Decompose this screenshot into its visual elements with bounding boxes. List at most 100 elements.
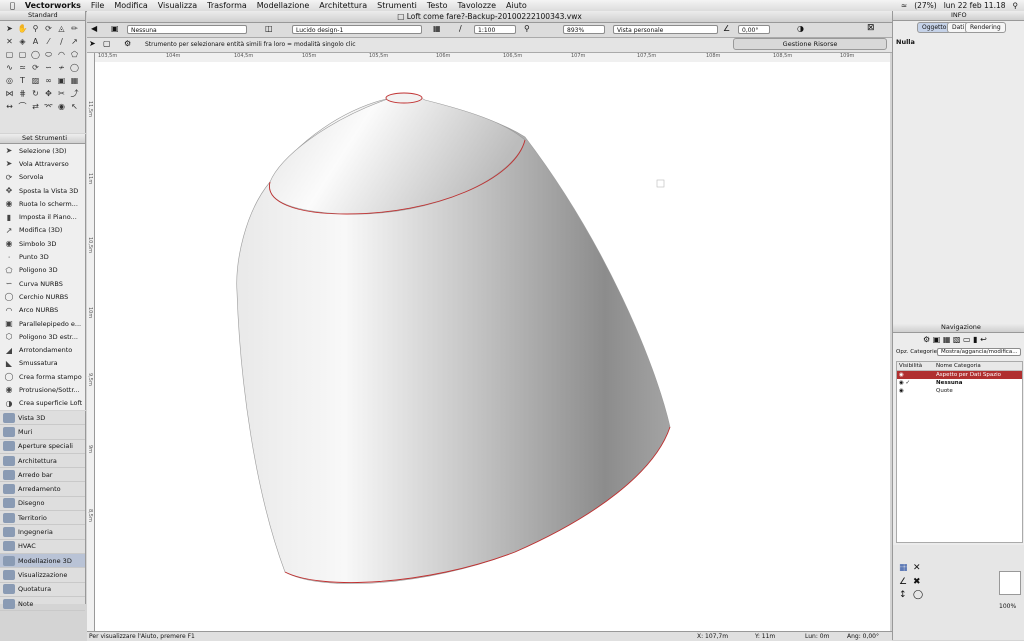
scale-field[interactable]: 1:100: [474, 25, 516, 34]
menu-file[interactable]: File: [91, 0, 104, 11]
tool-sorvola[interactable]: ⟳ Sorvola: [0, 171, 85, 184]
toolset-arredo-bar[interactable]: Arredo bar: [0, 468, 85, 483]
angle-field[interactable]: 0,00°: [738, 25, 770, 34]
toolset-quotatura[interactable]: Quotatura: [0, 583, 85, 597]
cross-tool-icon[interactable]: ✕: [4, 36, 15, 47]
circle-tool-icon[interactable]: ◯: [30, 49, 41, 60]
snap-object-icon[interactable]: ✕: [913, 563, 921, 573]
mirror-tool-icon[interactable]: ⋈: [4, 88, 15, 99]
link-tool-icon[interactable]: ∞: [43, 75, 54, 86]
line-weight-preview[interactable]: [999, 571, 1021, 595]
group-tool-icon[interactable]: ▦: [69, 75, 80, 86]
tool-sposta-vista-3d[interactable]: ✥ Sposta la Vista 3D: [0, 184, 85, 197]
menu-testo[interactable]: Testo: [427, 0, 448, 11]
battery-status[interactable]: (27%): [914, 0, 937, 11]
walkthrough-tool-icon[interactable]: ◬: [56, 23, 67, 34]
rectangle-tool-icon[interactable]: ▢: [4, 49, 15, 60]
snap-distance-icon[interactable]: ↕: [899, 590, 907, 600]
pointer-tool-icon[interactable]: ↖: [69, 101, 80, 112]
zoom-icon[interactable]: ⚲: [524, 24, 530, 33]
clip-tool-icon[interactable]: ✂: [56, 88, 67, 99]
col-name[interactable]: Nome Categoria: [936, 362, 981, 370]
tool-imposta-piano[interactable]: ▮ Imposta il Piano...: [0, 210, 85, 223]
line-tool-icon[interactable]: ⁄: [43, 36, 54, 47]
snap-angle-icon[interactable]: ∠: [899, 577, 907, 587]
layers-icon[interactable]: ▦: [433, 24, 441, 33]
zoom-tool-icon[interactable]: ⚲: [30, 23, 41, 34]
dimension-tool-icon[interactable]: ↔: [4, 101, 15, 112]
polyline-tool-icon[interactable]: ∿: [4, 62, 15, 73]
toolset-vista-3d[interactable]: Vista 3D: [0, 411, 85, 426]
move-tool-icon[interactable]: ✥: [43, 88, 54, 99]
category-filter-dropdown[interactable]: Mostra/aggancia/modifica...: [937, 348, 1021, 356]
menu-tavolozze[interactable]: Tavolozze: [457, 0, 496, 11]
view-dropdown[interactable]: Vista personale: [613, 25, 718, 34]
tool-crea-superficie-loft[interactable]: ◑ Crea superficie Loft: [0, 397, 85, 410]
drawing-canvas[interactable]: [95, 62, 890, 631]
toolset-hvac[interactable]: HVAC: [0, 540, 85, 554]
apple-icon[interactable]: : [10, 0, 15, 11]
back-arrow-icon[interactable]: ◀: [91, 24, 97, 33]
tool-protrusione[interactable]: ◉ Protrusione/Sottr...: [0, 383, 85, 396]
eye-icon[interactable]: ◉: [897, 371, 936, 379]
col-visibility[interactable]: Visibilità: [897, 362, 936, 370]
selection-tool-icon[interactable]: ➤: [4, 23, 15, 34]
camera-tool-icon[interactable]: ◉: [56, 101, 67, 112]
table-row[interactable]: ◉ Quote: [897, 387, 1022, 395]
tool-arrotondamento[interactable]: ◢ Arrotondamento: [0, 343, 85, 356]
double-line-tool-icon[interactable]: ∕: [56, 36, 67, 47]
symbol-tool-icon[interactable]: ◎: [4, 75, 15, 86]
toolset-muri[interactable]: Muri: [0, 425, 85, 440]
oval-tool-icon[interactable]: ⬭: [43, 49, 54, 60]
loft-top-profile[interactable]: [385, 92, 423, 104]
reshape-tool-icon[interactable]: ⤴: [69, 88, 80, 99]
resource-manager-button[interactable]: Gestione Risorse: [733, 38, 887, 50]
menu-visualizza[interactable]: Visualizza: [158, 0, 197, 11]
hatch-tool-icon[interactable]: ▨: [30, 75, 41, 86]
tool-parallelepipedo[interactable]: ▣ Parallelepipedo e...: [0, 317, 85, 330]
menu-strumenti[interactable]: Strumenti: [377, 0, 417, 11]
wifi-icon[interactable]: ≈: [901, 0, 907, 11]
tool-crea-forma-stampo[interactable]: ◯ Crea forma stampo: [0, 370, 85, 383]
tool-cerchio-nurbs[interactable]: ◯ Cerchio NURBS: [0, 290, 85, 303]
trim-tool-icon[interactable]: ⌤: [43, 101, 54, 112]
toolset-aperture-speciali[interactable]: Aperture speciali: [0, 440, 85, 454]
snap-grid-icon[interactable]: ▦: [899, 563, 908, 573]
attribute-tool-icon[interactable]: ◈: [17, 36, 28, 47]
rect-mode-icon[interactable]: ▢: [103, 39, 111, 48]
ellipse-tool-icon[interactable]: ◯: [69, 62, 80, 73]
toolset-architettura[interactable]: Architettura: [0, 454, 85, 469]
nav-toolbar-icons[interactable]: ⚙ ▣ ▦ ▧ ▭ ▮ ↩: [923, 335, 987, 344]
tool-modifica-3d[interactable]: ↗ Modifica (3D): [0, 224, 85, 237]
tool-punto-3d[interactable]: ⋅ Punto 3D: [0, 250, 85, 263]
tool-simbolo-3d[interactable]: ◉ Simbolo 3D: [0, 237, 85, 250]
bezier-tool-icon[interactable]: ≁: [56, 62, 67, 73]
class-dropdown[interactable]: Nessuna: [127, 25, 247, 34]
tool-arco-nurbs[interactable]: ◠ Arco NURBS: [0, 304, 85, 317]
arrow-tool-icon[interactable]: ↗: [69, 36, 80, 47]
tab-rendering[interactable]: Rendering: [965, 22, 1006, 33]
text-box-tool-icon[interactable]: T: [17, 75, 28, 86]
flyover-tool-icon[interactable]: ⟳: [43, 23, 54, 34]
tool-curva-nurbs[interactable]: ∽ Curva NURBS: [0, 277, 85, 290]
menu-modellazione[interactable]: Modellazione: [257, 0, 309, 11]
offset-tool-icon[interactable]: ⇄: [30, 101, 41, 112]
snap-tangent-icon[interactable]: ◯: [913, 590, 923, 600]
text-tool-icon[interactable]: A: [30, 36, 41, 47]
table-row[interactable]: ◉ Aspetto per Dati Spazio: [897, 371, 1022, 379]
layer-dropdown[interactable]: Lucido design-1: [292, 25, 422, 34]
rotate-tool-icon[interactable]: ↻: [30, 88, 41, 99]
menu-app[interactable]: Vectorworks: [25, 0, 81, 11]
toolset-disegno[interactable]: Disegno: [0, 497, 85, 512]
zoom-field[interactable]: 893%: [563, 25, 605, 34]
toolset-modellazione-3d[interactable]: Modellazione 3D: [0, 553, 85, 569]
resize-icon[interactable]: ⊠: [867, 23, 875, 33]
stamp-tool-icon[interactable]: ▣: [56, 75, 67, 86]
tool-ruota-schermo[interactable]: ◉ Ruota lo scherm...: [0, 197, 85, 210]
snap-intersect-icon[interactable]: ✖: [913, 577, 921, 587]
settings-icon[interactable]: ⚙: [124, 39, 131, 48]
tool-poligono-3d-estruso[interactable]: ⬡ Poligono 3D estr...: [0, 330, 85, 343]
toolset-visualizzazione[interactable]: Visualizzazione: [0, 568, 85, 583]
curve-tool-icon[interactable]: ∽: [43, 62, 54, 73]
eye-icon[interactable]: ◉ ✓: [897, 379, 936, 387]
